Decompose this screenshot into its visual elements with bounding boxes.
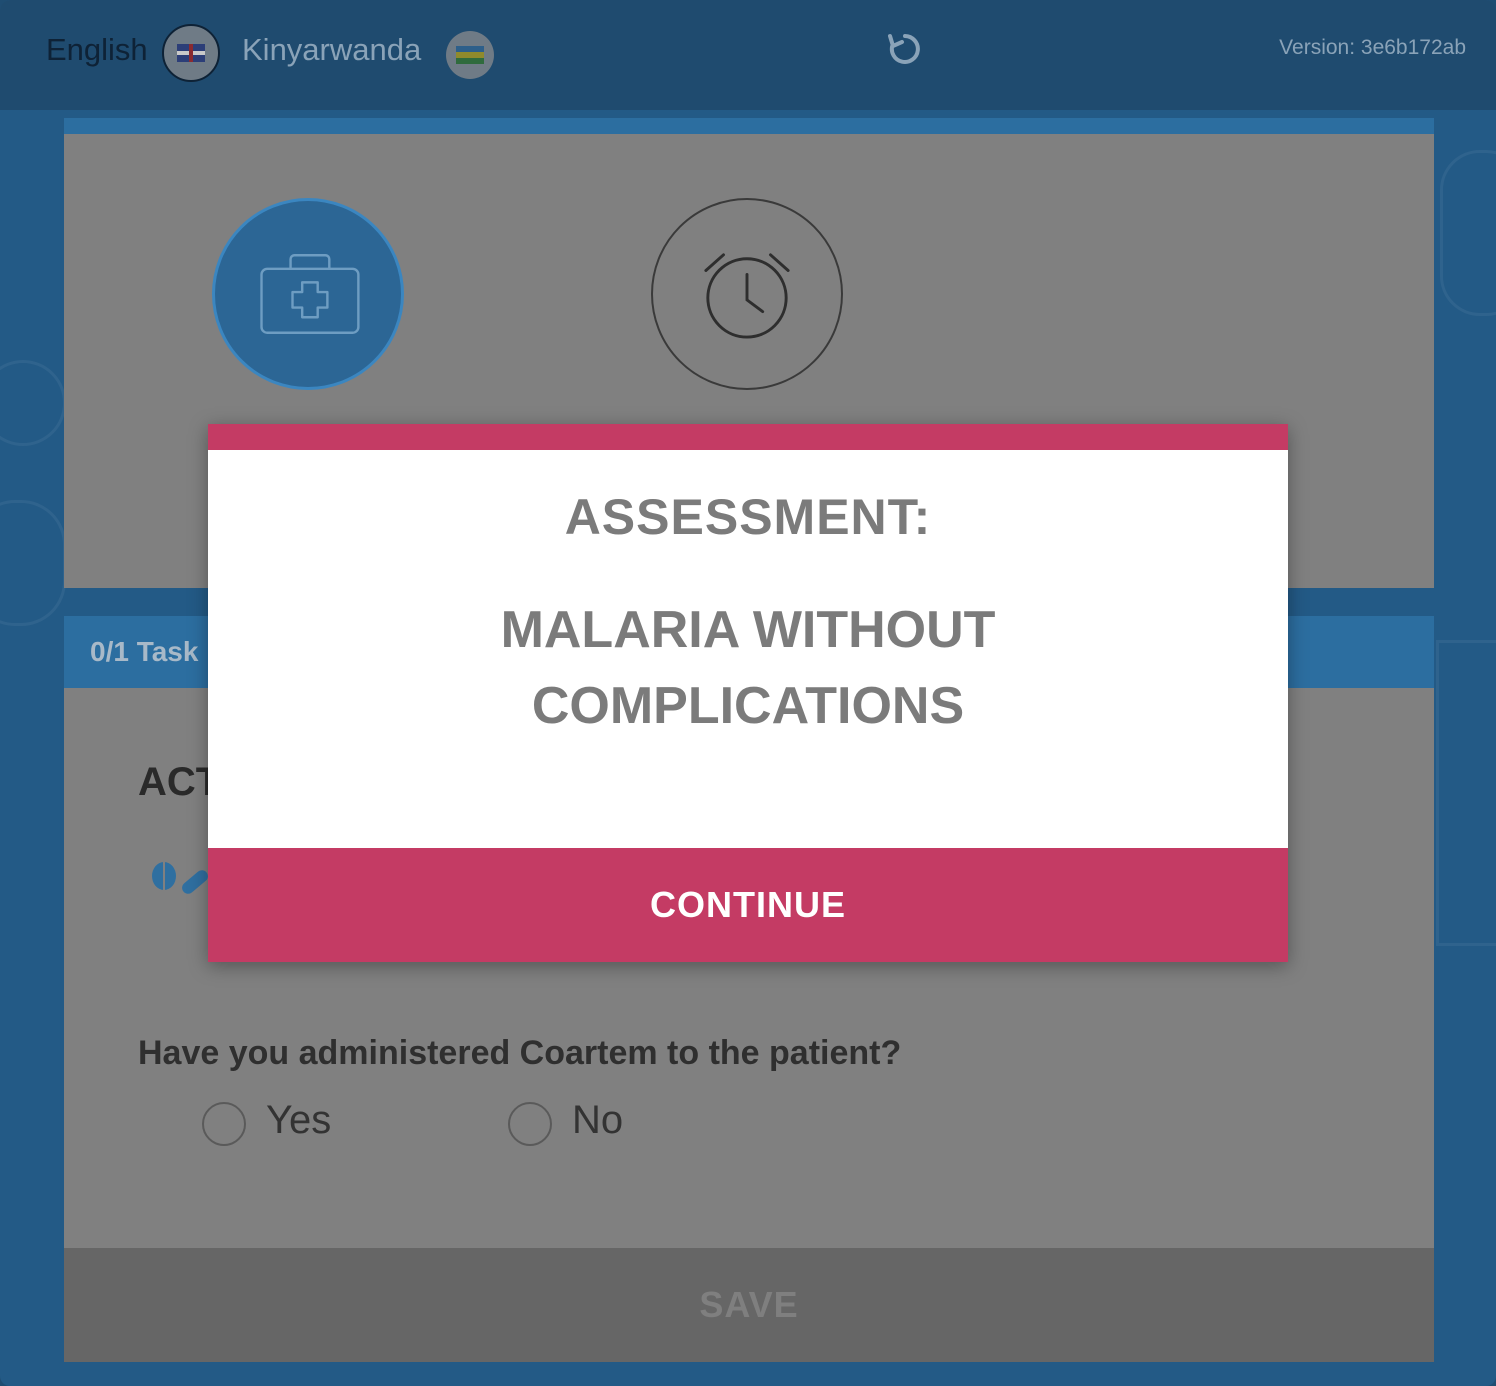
radio-yes[interactable] [202, 1102, 246, 1146]
assessment-modal: ASSESSMENT: MALARIA WITHOUT COMPLICATION… [208, 424, 1288, 962]
top-bar: English Kinyarwanda Version: 3e6b172ab [0, 0, 1496, 110]
diagnosis-line-1: MALARIA WITHOUT [500, 601, 996, 659]
background-decoration [1440, 150, 1496, 316]
pills-icon [152, 862, 208, 894]
modal-title: ASSESSMENT: [564, 489, 932, 545]
uk-flag-icon[interactable] [162, 24, 220, 82]
background-decoration [0, 360, 66, 446]
rwanda-flag [456, 46, 484, 64]
question-text: Have you administered Coartem to the pat… [138, 1034, 902, 1072]
save-button[interactable]: SAVE [64, 1248, 1434, 1362]
language-english[interactable]: English [46, 32, 148, 68]
app-window: English Kinyarwanda Version: 3e6b172ab 0… [0, 0, 1496, 1386]
tasks-progress-text: 0/1 Task [90, 636, 199, 667]
uk-flag [177, 44, 205, 62]
diagnosis-line-2: COMPLICATIONS [531, 677, 965, 735]
version-label: Version: 3e6b172ab [1279, 36, 1466, 59]
medical-kit-icon [260, 254, 360, 334]
background-decoration [0, 500, 66, 626]
step-follow-up[interactable] [651, 198, 843, 390]
radio-no[interactable] [508, 1102, 552, 1146]
background-decoration [1436, 640, 1496, 946]
refresh-icon[interactable] [886, 30, 924, 68]
language-kinyarwanda[interactable]: Kinyarwanda [242, 32, 421, 68]
modal-accent-bar [208, 424, 1288, 450]
rwanda-flag-icon[interactable] [446, 31, 494, 79]
diagnosis-text: MALARIA WITHOUT COMPLICATIONS [208, 592, 1288, 744]
continue-button[interactable]: CONTINUE [208, 848, 1288, 962]
step-medication[interactable] [212, 198, 404, 390]
radio-no-label[interactable]: No [572, 1098, 623, 1143]
radio-yes-label[interactable]: Yes [266, 1098, 331, 1143]
alarm-clock-icon [704, 253, 790, 339]
